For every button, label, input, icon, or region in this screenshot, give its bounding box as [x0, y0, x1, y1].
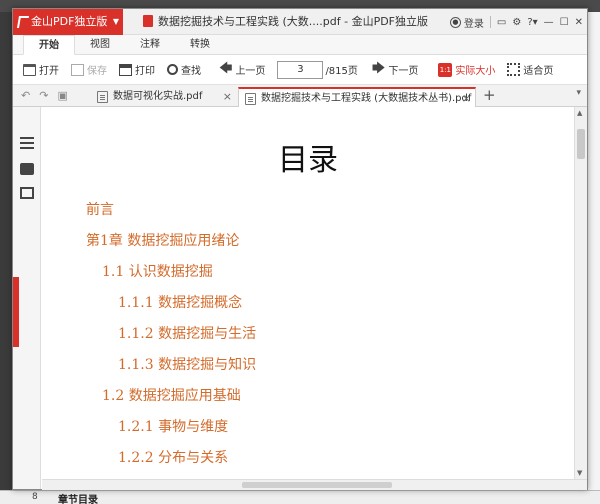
tab-annotate[interactable]: 注释: [125, 35, 175, 55]
tab-list-icon[interactable]: ▾: [576, 88, 581, 98]
page-number-input[interactable]: 3: [277, 60, 324, 79]
document-icon: [245, 93, 256, 105]
app-logo-icon: [16, 16, 30, 28]
close-tab-icon[interactable]: ×: [223, 87, 232, 106]
toc-entry[interactable]: 1.2 数据挖掘应用基础: [102, 385, 241, 405]
save-label: 保存: [87, 66, 107, 77]
login-label: 登录: [463, 18, 484, 30]
document-view[interactable]: 目录 前言第1章 数据挖掘应用绪论 1.1 认识数据挖掘 1.1.1 数据挖掘概念 1…: [42, 107, 574, 489]
toc-entry[interactable]: 1.1.1 数据挖掘概念: [118, 292, 242, 312]
toolbar: 打开 保存 打印 查找 🡄 上一页 3 /815页 🡆 下一页 1:1 实际大小 适合…: [13, 55, 587, 85]
quick-access: ↶ ↷ ▣: [21, 89, 68, 102]
scroll-down-icon[interactable]: ▼: [577, 469, 582, 477]
new-tab-icon[interactable]: +: [483, 86, 496, 104]
pdf-file-icon: [143, 15, 153, 27]
doc-tab-label: 数据挖掘技术与工程实践 (大数据技术丛书).pdf: [261, 93, 472, 104]
tab-convert[interactable]: 转换: [175, 35, 225, 55]
document-tab-bar: ↶ ↷ ▣ 数据可视化实战.pdf × 数据挖掘技术与工程实践 (大数据技术丛书…: [13, 85, 587, 107]
fit-page-label: 适合页: [523, 66, 554, 77]
actual-size-label: 实际大小: [455, 66, 496, 77]
next-page-button[interactable]: 🡆 下一页: [372, 59, 418, 81]
background-row-number: 8: [32, 492, 38, 502]
save-button[interactable]: 保存: [71, 62, 107, 77]
save-icon: [71, 63, 84, 76]
window-title-text: 数据挖掘技术与工程实践 (大数....pdf - 金山PDF独立版: [158, 15, 429, 28]
screen: 8 章节目录 金山PDF独立版 ▼ 数据挖掘技术与工程实践 (大数....pdf…: [0, 0, 600, 504]
undo-icon[interactable]: ↶: [21, 89, 30, 102]
open-label: 打开: [39, 66, 59, 77]
document-icon: [97, 91, 108, 103]
prev-label: 上一页: [235, 66, 266, 77]
tab-start[interactable]: 开始: [23, 35, 75, 55]
vertical-scrollbar[interactable]: ▲ ▼: [574, 107, 587, 479]
toc-entry[interactable]: 第1章 数据挖掘应用绪论: [86, 230, 239, 250]
app-menu-button[interactable]: 金山PDF独立版 ▼: [13, 9, 123, 35]
toc-entry[interactable]: 1.1.3 数据挖掘与知识: [118, 354, 256, 374]
open-button[interactable]: 打开: [23, 62, 59, 77]
title-bar: 金山PDF独立版 ▼ 数据挖掘技术与工程实践 (大数....pdf - 金山PD…: [13, 9, 587, 35]
chevron-down-icon: ▼: [112, 17, 119, 26]
page-total: /815页: [325, 66, 358, 77]
outline-icon[interactable]: [20, 137, 34, 149]
scroll-thumb[interactable]: [242, 482, 392, 488]
find-button[interactable]: 查找: [167, 62, 201, 77]
print-label: 打印: [135, 66, 155, 77]
toc-heading: 目录: [278, 143, 338, 178]
printer-icon: [119, 63, 132, 76]
maximize-button[interactable]: ☐: [560, 17, 569, 28]
doc-tab-1[interactable]: 数据可视化实战.pdf ×: [91, 87, 236, 107]
actual-size-button[interactable]: 1:1 实际大小: [438, 62, 495, 77]
background-label: 章节目录: [58, 495, 98, 504]
search-icon: [167, 64, 178, 75]
help-icon[interactable]: ?▾: [527, 17, 537, 28]
skin-icon[interactable]: ▭: [497, 17, 506, 28]
fit-page-icon: [507, 63, 521, 76]
toc-entry[interactable]: 前言: [86, 199, 114, 219]
pdf-reader-window: 金山PDF独立版 ▼ 数据挖掘技术与工程实践 (大数....pdf - 金山PD…: [12, 8, 588, 490]
toc-entry[interactable]: 1.2.1 事物与维度: [118, 416, 228, 436]
minimize-button[interactable]: —: [544, 17, 554, 28]
fit-page-button[interactable]: 适合页: [507, 62, 553, 77]
login-button[interactable]: ● 登录: [449, 15, 484, 30]
scroll-thumb[interactable]: [577, 129, 585, 159]
titlebar-controls: ● 登录 ▭ ⚙ ?▾ — ☐ ✕: [449, 9, 583, 35]
ribbon-tabs: 开始 视图 注释 转换: [13, 35, 587, 55]
folder-icon: [23, 63, 36, 76]
window-title: 数据挖掘技术与工程实践 (大数....pdf - 金山PDF独立版: [143, 9, 428, 35]
toc-entry[interactable]: 1.1.2 数据挖掘与生活: [118, 323, 256, 343]
arrow-right-icon: 🡆: [371, 60, 386, 76]
sidebar-collapse-handle[interactable]: [13, 277, 19, 347]
doc-tab-label: 数据可视化实战.pdf: [113, 91, 203, 102]
print-button[interactable]: 打印: [119, 62, 155, 77]
close-tab-icon[interactable]: ×: [462, 89, 471, 108]
left-sidebar: [13, 107, 41, 489]
scroll-up-icon[interactable]: ▲: [577, 109, 582, 117]
tab-view[interactable]: 视图: [75, 35, 125, 55]
gear-icon[interactable]: ⚙: [512, 17, 521, 28]
arrow-left-icon: 🡄: [219, 60, 233, 76]
doc-tab-2[interactable]: 数据挖掘技术与工程实践 (大数据技术丛书).pdf ×: [238, 87, 476, 107]
next-label: 下一页: [388, 66, 419, 77]
attachment-icon[interactable]: [20, 187, 34, 199]
background-app-footer: 8 章节目录: [0, 490, 600, 504]
quick-save-icon[interactable]: ▣: [57, 89, 67, 102]
background-app-right-edge: [588, 12, 600, 490]
comment-icon[interactable]: [20, 163, 34, 175]
find-label: 查找: [181, 66, 201, 77]
toc-entry[interactable]: 1.1 认识数据挖掘: [102, 261, 213, 281]
user-icon: ●: [449, 16, 461, 28]
close-button[interactable]: ✕: [575, 17, 583, 28]
redo-icon[interactable]: ↷: [39, 89, 48, 102]
actual-size-icon: 1:1: [438, 62, 453, 77]
divider: [489, 16, 491, 28]
toc-entry[interactable]: 1.2.2 分布与关系: [118, 447, 228, 467]
app-name: 金山PDF独立版: [31, 15, 108, 28]
horizontal-scrollbar[interactable]: [42, 479, 587, 490]
prev-page-button[interactable]: 🡄 上一页: [219, 59, 265, 81]
